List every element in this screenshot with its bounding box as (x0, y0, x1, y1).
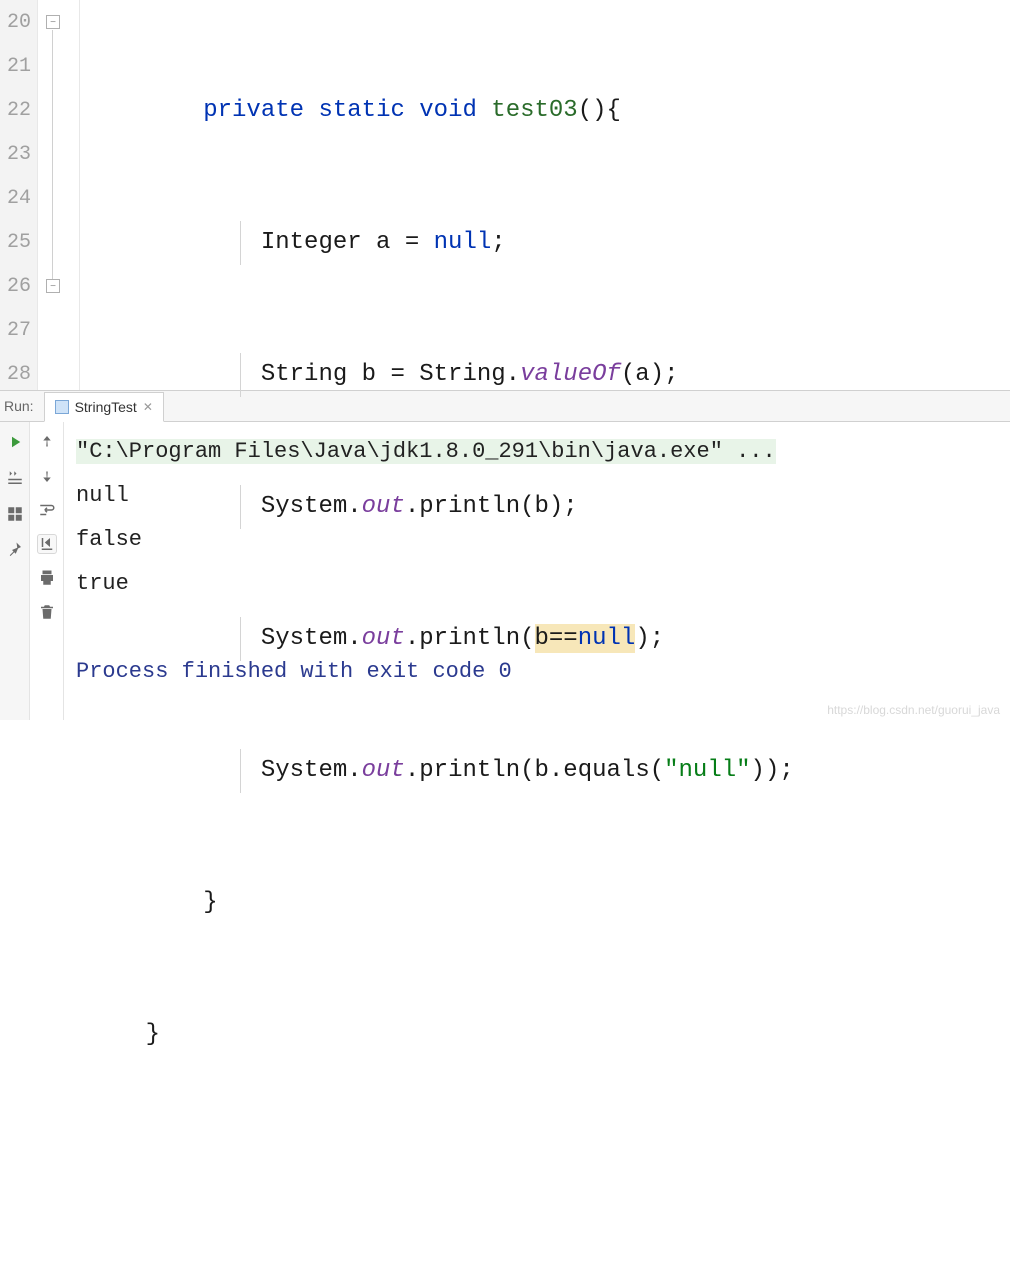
run-tab[interactable]: StringTest ✕ (44, 392, 164, 422)
console-line: true (76, 571, 129, 596)
code-text: Integer a = (88, 229, 434, 256)
line-number-gutter: 20 21 22 23 24 25 26 27 28 (0, 0, 38, 390)
code-text: )); (751, 757, 794, 784)
run-tab-label: StringTest (75, 399, 137, 415)
debug-actions-icon[interactable] (5, 468, 25, 488)
run-outer-toolbar (0, 422, 30, 720)
code-text: String b = String. (88, 361, 520, 388)
code-text: (){ (578, 97, 621, 124)
code-text: .println(b); (405, 493, 578, 520)
code-line: String b = String.valueOf(a); (88, 353, 1010, 397)
keyword: private (203, 97, 304, 124)
scroll-to-end-icon[interactable] (37, 534, 57, 554)
run-config-icon (55, 400, 69, 414)
run-inner-toolbar (30, 422, 64, 720)
keyword-null: null (434, 229, 492, 256)
indent-guide (240, 353, 241, 397)
line-number: 27 (0, 309, 31, 353)
static-field: out (362, 493, 405, 520)
code-line: System.out.println(b); (88, 485, 1010, 529)
code-text: ); (635, 625, 664, 652)
run-panel-label: Run: (0, 398, 44, 414)
static-method: valueOf (520, 361, 621, 388)
code-text: .println(b.equals( (405, 757, 664, 784)
soft-wrap-icon[interactable] (37, 500, 57, 520)
indent-guide (240, 617, 241, 661)
console-command-line: "C:\Program Files\Java\jdk1.8.0_291\bin\… (76, 439, 776, 464)
code-text: System. (88, 625, 362, 652)
layout-settings-icon[interactable] (5, 504, 25, 524)
highlighted-expression: b==null (535, 624, 636, 653)
code-content[interactable]: private static void test03(){ Integer a … (80, 0, 1010, 390)
code-line: Integer a = null; (88, 221, 1010, 265)
keyword: static (318, 97, 404, 124)
indent-guide (240, 221, 241, 265)
code-text: System. (88, 493, 362, 520)
run-panel-body: "C:\Program Files\Java\jdk1.8.0_291\bin\… (0, 422, 1010, 720)
indent-guide (240, 749, 241, 793)
code-line: } (88, 881, 1010, 925)
static-field: out (362, 757, 405, 784)
close-icon[interactable]: ✕ (143, 400, 153, 414)
print-icon[interactable] (37, 568, 57, 588)
code-line: System.out.println(b==null); (88, 617, 1010, 661)
scroll-up-icon[interactable] (37, 432, 57, 452)
fold-toggle-icon[interactable]: − (46, 279, 60, 293)
trash-icon[interactable] (37, 602, 57, 622)
watermark-text: https://blog.csdn.net/guorui_java (827, 703, 1000, 717)
line-number: 28 (0, 353, 31, 397)
method-name: test03 (491, 97, 577, 124)
fold-guide (52, 30, 53, 280)
line-number: 20 (0, 1, 31, 45)
line-number: 26 (0, 265, 31, 309)
pin-icon[interactable] (5, 540, 25, 560)
code-text: (a); (621, 361, 679, 388)
code-text: ; (491, 229, 505, 256)
keyword: void (419, 97, 477, 124)
line-number: 22 (0, 89, 31, 133)
scroll-down-icon[interactable] (37, 466, 57, 486)
line-number: 23 (0, 133, 31, 177)
code-editor[interactable]: 20 21 22 23 24 25 26 27 28 − − private s… (0, 0, 1010, 390)
keyword-null: null (578, 625, 636, 652)
fold-column: − − (38, 0, 80, 390)
indent-guide (240, 485, 241, 529)
console-exit-line: Process finished with exit code 0 (76, 659, 512, 684)
static-field: out (362, 625, 405, 652)
code-line: } (88, 1013, 1010, 1057)
line-number: 24 (0, 177, 31, 221)
console-output[interactable]: "C:\Program Files\Java\jdk1.8.0_291\bin\… (64, 422, 1010, 720)
line-number: 21 (0, 45, 31, 89)
code-line (88, 1145, 1010, 1189)
fold-toggle-icon[interactable]: − (46, 15, 60, 29)
string-literal: "null" (664, 757, 750, 784)
line-number: 25 (0, 221, 31, 265)
code-text: .println( (405, 625, 535, 652)
console-line: false (76, 527, 142, 552)
code-line: System.out.println(b.equals("null")); (88, 749, 1010, 793)
code-text: System. (88, 757, 362, 784)
rerun-button[interactable] (5, 432, 25, 452)
code-line: private static void test03(){ (88, 89, 1010, 133)
code-text: b== (535, 625, 578, 652)
